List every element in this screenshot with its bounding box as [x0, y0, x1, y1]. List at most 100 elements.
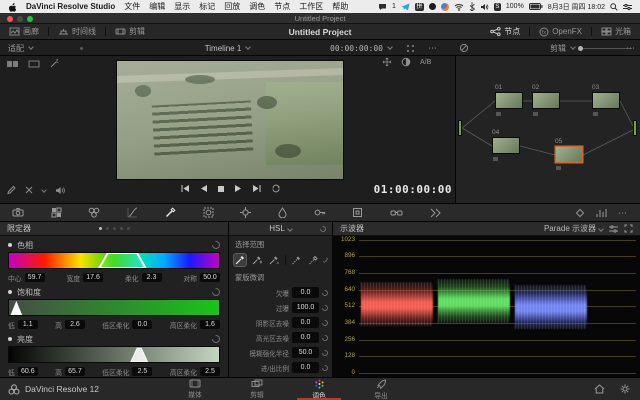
node-02[interactable]	[532, 92, 560, 109]
menubar-app-name[interactable]: DaVinci Resolve Studio	[26, 2, 115, 11]
control-center-icon[interactable]	[623, 3, 632, 11]
wifi-icon[interactable]	[454, 3, 464, 11]
lum-high-value[interactable]: 65.7	[65, 367, 85, 376]
skip-end-button[interactable]	[252, 184, 262, 193]
tab-deliver[interactable]: 导出	[358, 378, 404, 400]
openfx-panel-button[interactable]: fx OpenFX	[530, 27, 591, 37]
shadow-denoise-value[interactable]: 0.0	[292, 317, 319, 328]
menu-file[interactable]: 文件	[124, 1, 140, 12]
node-input-bar[interactable]	[458, 120, 462, 136]
sizing-icon[interactable]	[352, 207, 363, 218]
menu-nodes[interactable]: 节点	[274, 1, 290, 12]
reset-icon[interactable]	[321, 318, 329, 326]
clean-black-value[interactable]: 0.0	[292, 287, 319, 298]
menu-mark[interactable]: 标记	[199, 1, 215, 12]
camera-raw-icon[interactable]	[12, 207, 24, 218]
node-output-bar[interactable]	[633, 120, 637, 136]
hue-center-value[interactable]: 59.7	[25, 273, 45, 282]
move-tool-icon[interactable]	[382, 57, 392, 67]
scopes-icon[interactable]	[596, 208, 607, 218]
saturation-range-bar[interactable]	[8, 299, 220, 316]
project-manager-home-icon[interactable]	[594, 384, 605, 394]
node-more-icon[interactable]: ⋯	[626, 40, 636, 56]
node-clips-dropdown[interactable]: 剪辑	[550, 40, 575, 56]
color-wheels-icon[interactable]	[88, 207, 100, 218]
node-01[interactable]	[495, 92, 523, 109]
mode-dropdown[interactable]: HSL	[269, 224, 292, 233]
hue-enable-toggle[interactable]	[8, 243, 12, 247]
telegram-icon[interactable]	[401, 3, 410, 11]
spotlight-search-icon[interactable]	[610, 3, 618, 11]
stereo-3d-icon[interactable]	[390, 208, 403, 218]
app-menu-icon[interactable]	[429, 3, 436, 10]
power-window-icon[interactable]	[203, 207, 214, 218]
hue-range-bar[interactable]	[8, 252, 220, 269]
scope-expand-icon[interactable]	[624, 224, 633, 233]
viewer-image[interactable]	[116, 60, 344, 180]
lum-high-soft-value[interactable]: 2.5	[200, 367, 220, 376]
node-zoom-slider[interactable]	[580, 40, 632, 56]
chat-icon[interactable]	[378, 3, 387, 11]
tab-color[interactable]: 调色	[296, 378, 342, 400]
sat-low-value[interactable]: 1.1	[18, 320, 38, 329]
project-settings-gear-icon[interactable]	[620, 384, 630, 394]
hue-symmetry-value[interactable]: 50.0	[200, 273, 220, 282]
wand-icon[interactable]	[49, 58, 60, 69]
grid-view-icon[interactable]	[406, 40, 415, 56]
curves-icon[interactable]	[127, 207, 138, 218]
menubar-datetime[interactable]: 8月3日 周四 18:02	[548, 2, 605, 12]
reset-icon[interactable]	[321, 303, 329, 311]
zoom-window-button[interactable]	[27, 16, 33, 22]
hue-reset-icon[interactable]	[210, 239, 221, 250]
picker-subtract-icon[interactable]	[268, 254, 280, 266]
scope-type-dropdown[interactable]: Parade 示波器	[544, 223, 603, 234]
lum-low-soft-value[interactable]: 2.5	[132, 367, 152, 376]
reset-icon[interactable]	[321, 288, 329, 296]
close-window-button[interactable]	[7, 16, 13, 22]
bypass-grades-icon[interactable]	[459, 40, 469, 56]
menu-view[interactable]: 显示	[174, 1, 190, 12]
softness-add-icon[interactable]	[290, 254, 302, 266]
sat-high-soft-value[interactable]: 1.6	[200, 320, 220, 329]
saturation-reset-icon[interactable]	[210, 286, 221, 297]
clean-white-value[interactable]: 100.0	[292, 302, 319, 313]
palette-more-icon[interactable]: ⋯	[618, 209, 628, 217]
stop-button[interactable]	[217, 185, 225, 193]
node-04[interactable]	[492, 137, 520, 154]
menu-workspace[interactable]: 工作区	[299, 1, 323, 12]
skip-start-button[interactable]	[180, 184, 190, 193]
viewer-more-icon[interactable]: ⋯	[428, 40, 438, 56]
pager-dots[interactable]	[0, 227, 228, 230]
viewer-timecode-dropdown[interactable]: 00:00:00:00	[330, 40, 392, 56]
input-source-icon[interactable]: 拼	[415, 3, 424, 11]
picker-reset-icon[interactable]	[323, 257, 329, 263]
bluetooth-icon[interactable]	[469, 2, 475, 11]
reset-icon[interactable]	[321, 363, 329, 371]
picker-icon[interactable]	[234, 254, 246, 266]
sat-low-soft-value[interactable]: 0.0	[132, 320, 152, 329]
blur-icon[interactable]	[278, 207, 287, 218]
apple-icon[interactable]	[8, 2, 17, 12]
nodes-panel-button[interactable]: 节点	[481, 26, 529, 37]
lightbox-panel-button[interactable]: 光箱	[592, 26, 640, 37]
lum-low-value[interactable]: 60.6	[18, 367, 38, 376]
s-app-icon[interactable]: S	[494, 3, 501, 11]
reset-icon[interactable]	[321, 333, 329, 341]
still-frame-icon[interactable]	[28, 59, 40, 69]
stills-icon[interactable]	[6, 59, 19, 69]
gallery-button[interactable]: 画廊	[0, 24, 48, 39]
in-out-ratio-value[interactable]: 0.0	[292, 362, 319, 373]
minimize-window-button[interactable]	[17, 16, 23, 22]
highlight-denoise-value[interactable]: 0.0	[292, 332, 319, 343]
tracker-icon[interactable]	[240, 207, 251, 218]
keyframes-icon[interactable]	[575, 208, 585, 218]
motion-effects-icon[interactable]	[430, 208, 442, 218]
node-03[interactable]	[592, 92, 620, 109]
menu-edit[interactable]: 编辑	[149, 1, 165, 12]
close-icon[interactable]	[25, 186, 33, 194]
menu-help[interactable]: 帮助	[332, 1, 348, 12]
timeline-button[interactable]: 时间线	[49, 24, 105, 39]
reset-icon[interactable]	[321, 348, 329, 356]
scope-settings-icon[interactable]	[609, 225, 618, 233]
qualifier-icon[interactable]	[165, 207, 176, 218]
